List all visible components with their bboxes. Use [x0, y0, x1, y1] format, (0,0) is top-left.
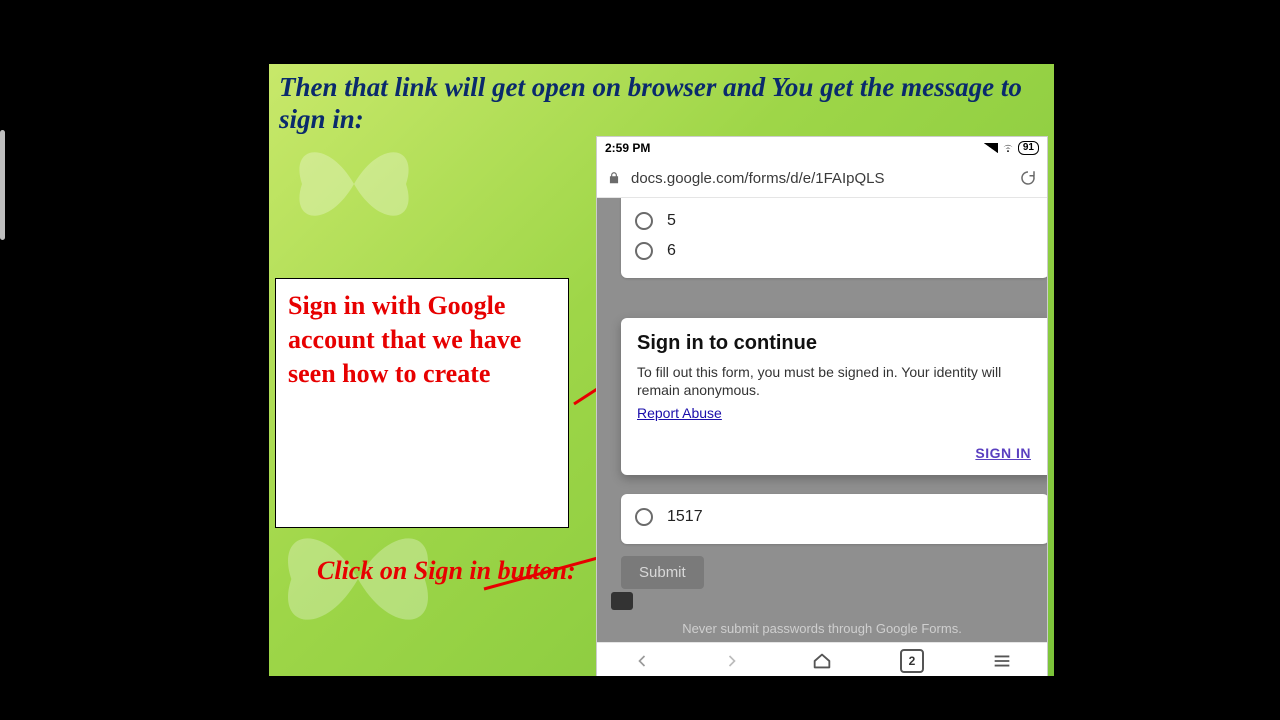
- radio-icon: [635, 508, 653, 526]
- page-content-dimmed: 5 6 1517 Submit Never submit passwords t…: [597, 198, 1047, 642]
- report-abuse-link[interactable]: Report Abuse: [637, 405, 722, 421]
- prompt-body: To fill out this form, you must be signe…: [637, 363, 1037, 399]
- nav-home-button[interactable]: [809, 648, 835, 674]
- status-bar: 2:59 PM 91: [597, 137, 1047, 159]
- option-label: 1517: [667, 508, 703, 526]
- password-warning: Never submit passwords through Google Fo…: [621, 621, 1023, 636]
- nav-menu-button[interactable]: [989, 648, 1015, 674]
- nav-back-button[interactable]: [629, 648, 655, 674]
- sign-in-button[interactable]: SIGN IN: [637, 441, 1037, 465]
- tutorial-slide: Then that link will get open on browser …: [269, 64, 1054, 676]
- butterfly-decoration: [289, 124, 419, 244]
- callout-click-signin: Click on Sign in button:: [317, 554, 617, 588]
- prompt-heading: Sign in to continue: [637, 332, 1037, 355]
- radio-option[interactable]: 5: [635, 206, 1035, 236]
- tab-count: 2: [900, 649, 924, 673]
- submit-button[interactable]: Submit: [621, 556, 704, 589]
- browser-bottom-nav: 2: [597, 642, 1047, 676]
- signal-icon: [984, 143, 998, 153]
- radio-option[interactable]: 1517: [635, 502, 1035, 532]
- radio-icon: [635, 212, 653, 230]
- wifi-icon: [1002, 142, 1014, 154]
- nav-forward-button[interactable]: [719, 648, 745, 674]
- video-progress-handle[interactable]: [0, 130, 5, 240]
- option-label: 6: [667, 242, 676, 260]
- radio-icon: [635, 242, 653, 260]
- slide-title: Then that link will get open on browser …: [279, 72, 1044, 136]
- mobile-browser-screenshot: 2:59 PM 91 docs.google.com/forms/d/e/1FA…: [597, 137, 1047, 676]
- form-question-card: 5 6: [621, 198, 1047, 278]
- url-text: docs.google.com/forms/d/e/1FAIpQLS: [631, 170, 1009, 187]
- status-time: 2:59 PM: [605, 141, 650, 155]
- option-label: 5: [667, 212, 676, 230]
- reload-icon[interactable]: [1019, 169, 1037, 187]
- battery-indicator: 91: [1018, 141, 1039, 155]
- browser-url-bar[interactable]: docs.google.com/forms/d/e/1FAIpQLS: [597, 159, 1047, 198]
- radio-option[interactable]: 6: [635, 236, 1035, 266]
- feedback-icon[interactable]: [611, 592, 633, 610]
- callout-signin-instruction: Sign in with Google account that we have…: [275, 278, 569, 528]
- form-question-card: 1517: [621, 494, 1047, 544]
- nav-tabs-button[interactable]: 2: [899, 648, 925, 674]
- lock-icon: [607, 171, 621, 185]
- signin-prompt-card: Sign in to continue To fill out this for…: [621, 318, 1047, 475]
